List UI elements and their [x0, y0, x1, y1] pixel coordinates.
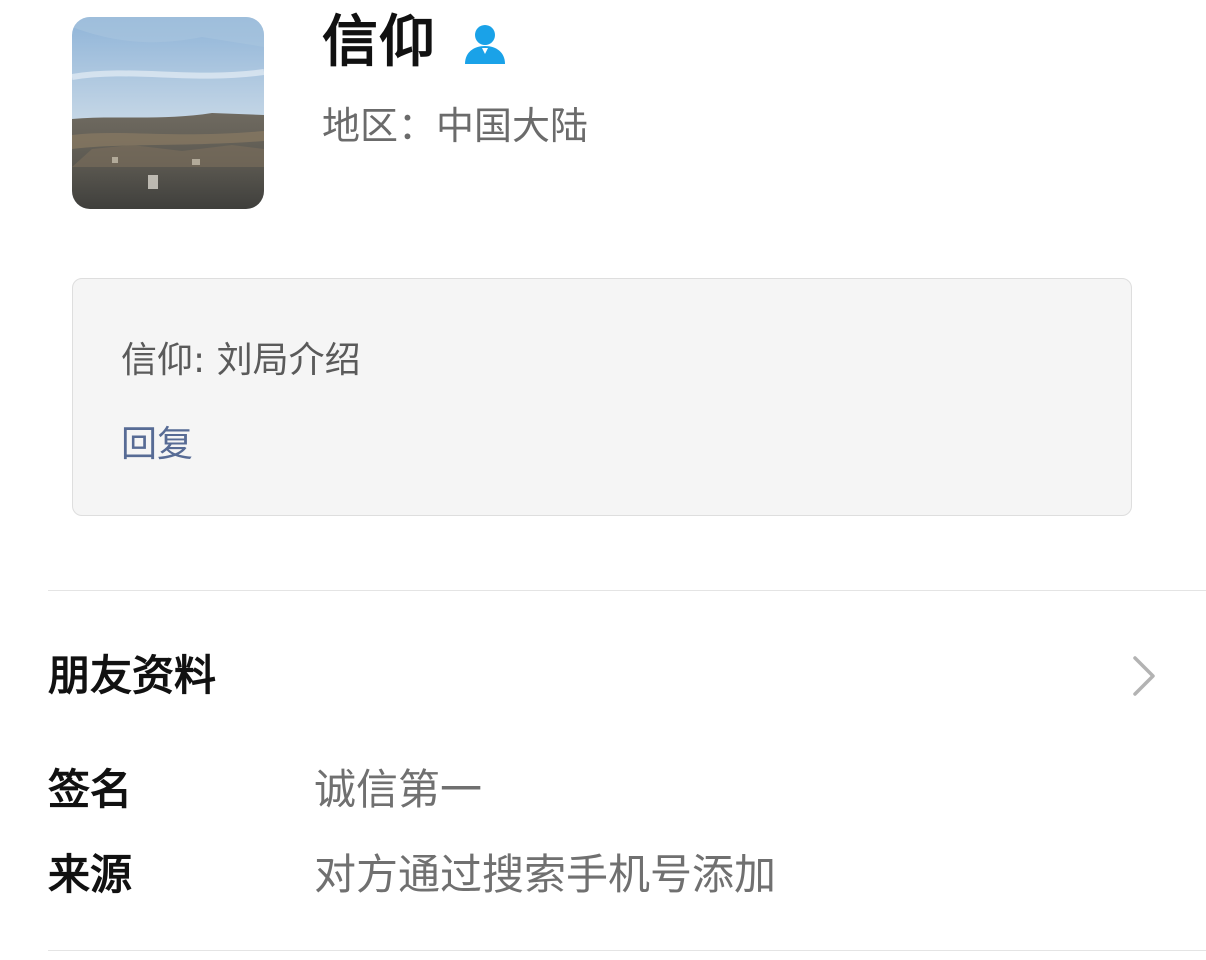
landscape-photo	[72, 17, 264, 209]
signature-label: 签名	[48, 765, 133, 814]
signature-value: 诚信第一	[314, 765, 483, 814]
friend-profile-title: 朋友资料	[48, 651, 217, 700]
section-divider	[48, 590, 1206, 591]
person-icon	[462, 20, 508, 66]
contact-name: 信仰	[322, 10, 436, 75]
friend-profile-row[interactable]: 朋友资料	[48, 640, 1158, 712]
greeting-box: 信仰: 刘局介绍 回复	[72, 278, 1132, 516]
source-value: 对方通过搜索手机号添加	[314, 850, 777, 899]
contact-name-row: 信仰	[322, 8, 508, 78]
source-row: 来源 对方通过搜索手机号添加	[48, 845, 1158, 905]
section-divider-bottom	[48, 950, 1206, 951]
signature-row: 签名 诚信第一	[48, 760, 1158, 820]
reply-button[interactable]: 回复	[121, 421, 193, 469]
avatar[interactable]	[72, 17, 264, 209]
chevron-right-icon	[1130, 654, 1158, 698]
source-label: 来源	[48, 850, 133, 899]
greeting-message: 信仰: 刘局介绍	[121, 340, 361, 381]
contact-region: 地区：中国大陆	[322, 104, 589, 148]
